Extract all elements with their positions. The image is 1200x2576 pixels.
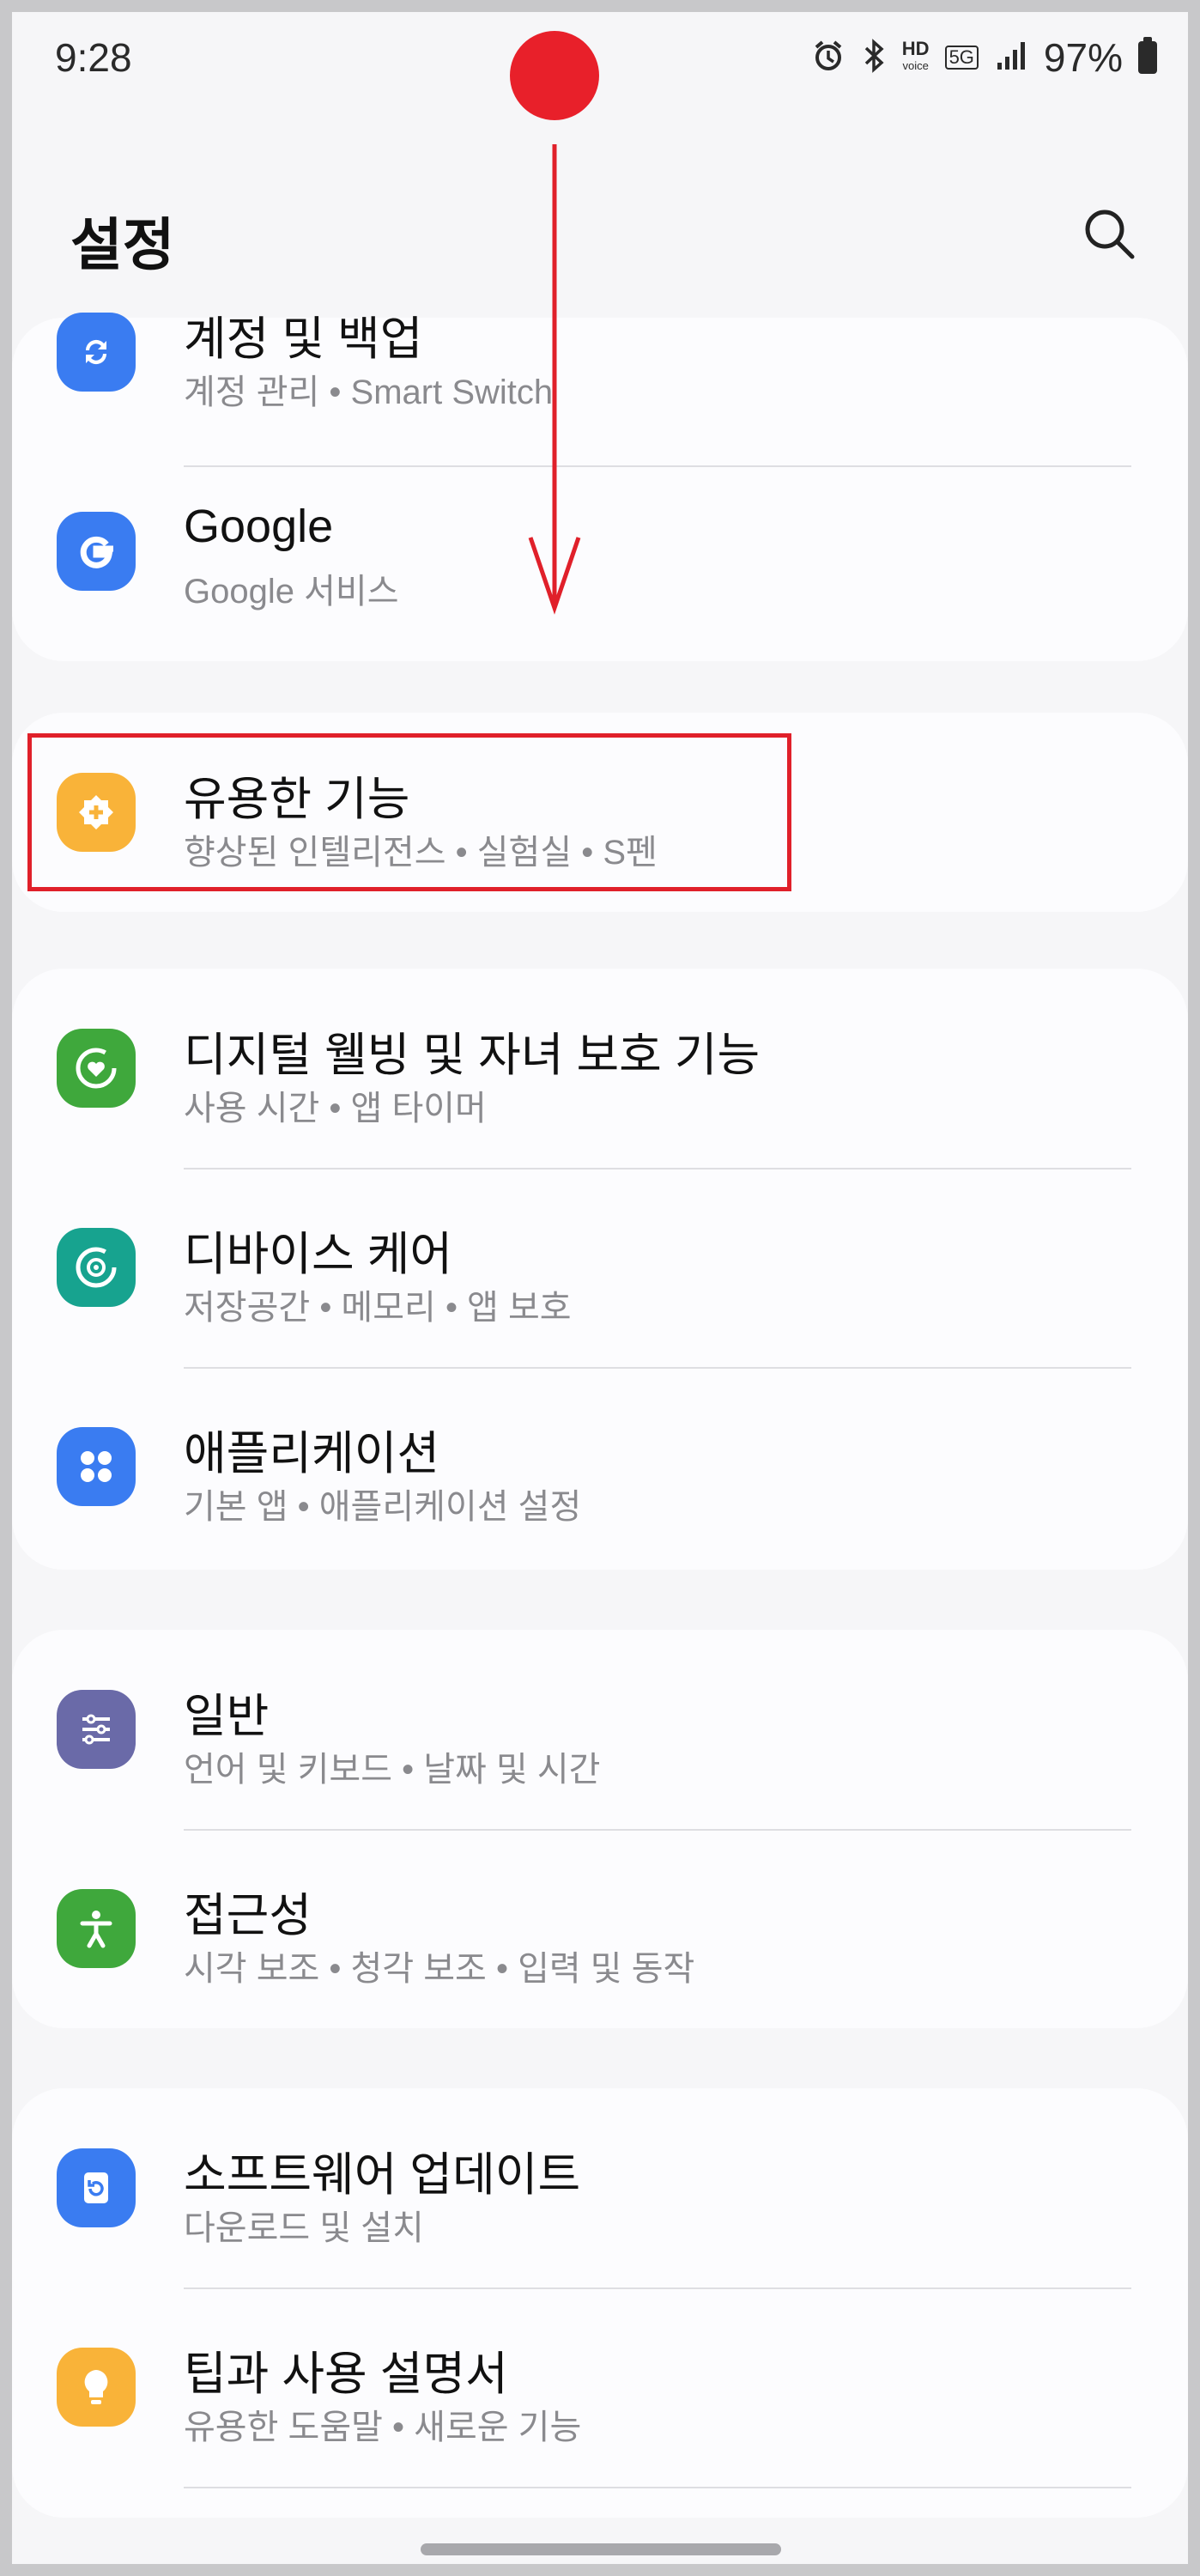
highlight-box (27, 733, 791, 891)
refresh-circle-icon (57, 1228, 136, 1307)
settings-item-title: 일반 (184, 1691, 270, 1742)
settings-item-software-update[interactable]: 소프트웨어 업데이트 다운로드 및 설치 (12, 2088, 1188, 2287)
settings-item-general[interactable]: 일반 언어 및 키보드 • 날짜 및 시간 (12, 1630, 1188, 1829)
settings-item-title: 팁과 사용 설명서 (184, 2348, 508, 2400)
device-card: 디지털 웰빙 및 자녀 보호 기능 사용 시간 • 앱 타이머 디바이스 케어 … (12, 969, 1188, 1570)
settings-item-title: 소프트웨어 업데이트 (184, 2149, 581, 2201)
sliders-icon (57, 1690, 136, 1769)
settings-item-title: 애플리케이션 (184, 1428, 440, 1479)
person-icon (57, 1889, 136, 1968)
settings-item-digital-wellbeing[interactable]: 디지털 웰빙 및 자녀 보호 기능 사용 시간 • 앱 타이머 (12, 969, 1188, 1168)
lightbulb-icon (57, 2348, 136, 2427)
settings-item-tips[interactable]: 팁과 사용 설명서 유용한 도움말 • 새로운 기능 (12, 2287, 1188, 2487)
heart-circle-icon (57, 1029, 136, 1108)
divider (184, 2487, 1131, 2488)
general-card: 일반 언어 및 키보드 • 날짜 및 시간 접근성 시각 보조 • 청각 보조 … (12, 1630, 1188, 2028)
navigation-handle[interactable] (421, 2543, 781, 2555)
settings-screen: 9:28 HD voice 5G 97% 설정 계정 및 백업 계정 관리 • S… (12, 12, 1188, 2564)
settings-item-title: 디바이스 케어 (184, 1229, 453, 1280)
swipe-arrow (528, 144, 581, 615)
settings-item-subtitle: 사용 시간 • 앱 타이머 (184, 1090, 487, 1127)
settings-item-title: 접근성 (184, 1890, 312, 1941)
settings-item-title: 디지털 웰빙 및 자녀 보호 기능 (184, 1030, 761, 1081)
settings-item-subtitle: 유용한 도움말 • 새로운 기능 (184, 2409, 582, 2446)
update-icon (57, 2148, 136, 2227)
settings-item-subtitle: 기본 앱 • 애플리케이션 설정 (184, 1488, 582, 1526)
settings-item-apps[interactable]: 애플리케이션 기본 앱 • 애플리케이션 설정 (12, 1367, 1188, 1566)
four-dots-icon (57, 1427, 136, 1506)
settings-item-subtitle: 시각 보조 • 청각 보조 • 입력 및 동작 (184, 1950, 695, 1988)
settings-item-subtitle: 언어 및 키보드 • 날짜 및 시간 (184, 1751, 601, 1789)
settings-item-subtitle: 저장공간 • 메모리 • 앱 보호 (184, 1289, 572, 1327)
settings-item-device-care[interactable]: 디바이스 케어 저장공간 • 메모리 • 앱 보호 (12, 1168, 1188, 1367)
settings-item-subtitle: 다운로드 및 설치 (184, 2209, 424, 2247)
settings-item-accessibility[interactable]: 접근성 시각 보조 • 청각 보조 • 입력 및 동작 (12, 1829, 1188, 2028)
support-card: 소프트웨어 업데이트 다운로드 및 설치 팁과 사용 설명서 유용한 도움말 •… (12, 2088, 1188, 2518)
